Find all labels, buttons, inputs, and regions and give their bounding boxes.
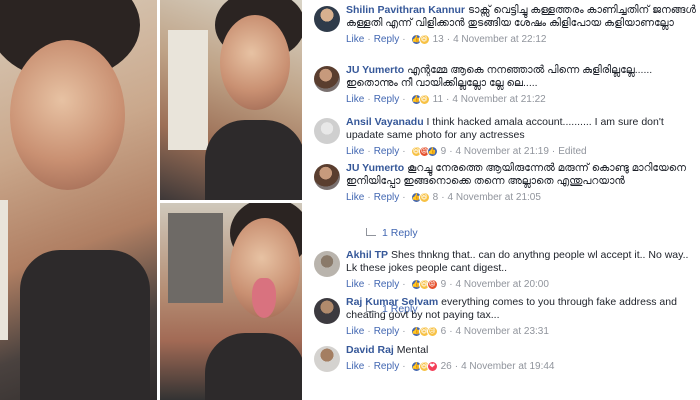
edited-label[interactable]: Edited xyxy=(558,145,586,158)
comment-text: Shes thnkng that.. can do anythng people… xyxy=(346,249,689,274)
reaction-count: 13 xyxy=(432,34,444,45)
reaction-count: 9 xyxy=(440,279,447,290)
reaction-count: 26 xyxy=(440,361,452,372)
angry-reaction-icon: 😡 xyxy=(426,279,438,290)
avatar[interactable] xyxy=(314,118,340,144)
reply-link[interactable]: Reply xyxy=(374,325,400,338)
comment-text: Mental xyxy=(396,344,429,356)
photo-bottom-right xyxy=(160,203,302,400)
comment-timestamp[interactable]: 4 November at 21:22 xyxy=(452,93,545,106)
reply-link[interactable]: Reply xyxy=(374,191,400,204)
haha-reaction-icon: 😆 xyxy=(418,34,430,45)
reaction-summary[interactable]: 👍 😆 13 xyxy=(410,33,444,46)
avatar[interactable] xyxy=(314,6,340,32)
avatar[interactable] xyxy=(314,346,340,372)
comment-timestamp[interactable]: 4 November at 22:12 xyxy=(453,33,546,46)
comment-timestamp[interactable]: 4 November at 20:00 xyxy=(456,278,549,291)
comments-panel: Shilin Pavithran Kannur ടാക്സ് വെട്ടിച്ച… xyxy=(306,0,700,400)
comment-author[interactable]: Ansil Vayanadu xyxy=(346,116,424,128)
reply-link[interactable]: Reply xyxy=(374,145,400,158)
comment-timestamp[interactable]: 4 November at 19:44 xyxy=(461,360,554,373)
reaction-summary[interactable]: 👍 😆 8 xyxy=(410,191,439,204)
avatar[interactable] xyxy=(314,251,340,277)
like-link[interactable]: Like xyxy=(346,145,364,158)
comment-timestamp[interactable]: 4 November at 21:05 xyxy=(448,191,541,204)
haha-reaction-icon: 😆 xyxy=(418,94,430,105)
comment-author[interactable]: JU Yumerto xyxy=(346,162,404,174)
love-reaction-icon: ❤ xyxy=(426,361,438,372)
reaction-summary[interactable]: 👍 😆 😡 9 xyxy=(410,278,447,291)
reaction-summary[interactable]: 👍 😆 😢 6 xyxy=(410,325,447,338)
like-link[interactable]: Like xyxy=(346,278,364,291)
reply-arrow-icon xyxy=(366,227,376,236)
comment-author[interactable]: Raj Kumar Selvam xyxy=(346,296,438,308)
reply-link[interactable]: Reply xyxy=(374,93,400,106)
avatar[interactable] xyxy=(314,298,340,324)
replies-count[interactable]: 1 Reply xyxy=(382,227,418,239)
comment-author[interactable]: JU Yumerto xyxy=(346,64,404,76)
reaction-summary[interactable]: 👍 😆 11 xyxy=(410,93,444,106)
haha-reaction-icon: 😆 xyxy=(418,192,430,203)
like-link[interactable]: Like xyxy=(346,360,364,373)
like-reaction-icon: 👍 xyxy=(426,146,438,157)
reply-link[interactable]: Reply xyxy=(374,33,400,46)
comment-author[interactable]: Akhil TP xyxy=(346,249,388,261)
reaction-count: 9 xyxy=(440,146,447,157)
reaction-summary[interactable]: 👍 😆 ❤ 26 xyxy=(410,360,452,373)
reply-link[interactable]: Reply xyxy=(374,278,400,291)
comment-author[interactable]: David Raj xyxy=(346,344,394,356)
reaction-count: 8 xyxy=(432,192,439,203)
avatar[interactable] xyxy=(314,164,340,190)
like-link[interactable]: Like xyxy=(346,325,364,338)
photo-top-right xyxy=(160,0,302,200)
like-link[interactable]: Like xyxy=(346,33,364,46)
view-replies-link[interactable]: 1 Reply xyxy=(366,227,418,239)
reaction-summary[interactable]: 😆 😡 👍 9 xyxy=(410,145,447,158)
like-link[interactable]: Like xyxy=(346,191,364,204)
reaction-count: 11 xyxy=(432,94,444,105)
reaction-count: 6 xyxy=(440,326,447,337)
sad-reaction-icon: 😢 xyxy=(426,326,438,337)
comment-author[interactable]: Shilin Pavithran Kannur xyxy=(346,4,465,16)
photo-left xyxy=(0,0,157,400)
comment-timestamp[interactable]: 4 November at 23:31 xyxy=(456,325,549,338)
avatar[interactable] xyxy=(314,66,340,92)
comment-timestamp[interactable]: 4 November at 21:19 xyxy=(456,145,549,158)
like-link[interactable]: Like xyxy=(346,93,364,106)
reply-link[interactable]: Reply xyxy=(374,360,400,373)
